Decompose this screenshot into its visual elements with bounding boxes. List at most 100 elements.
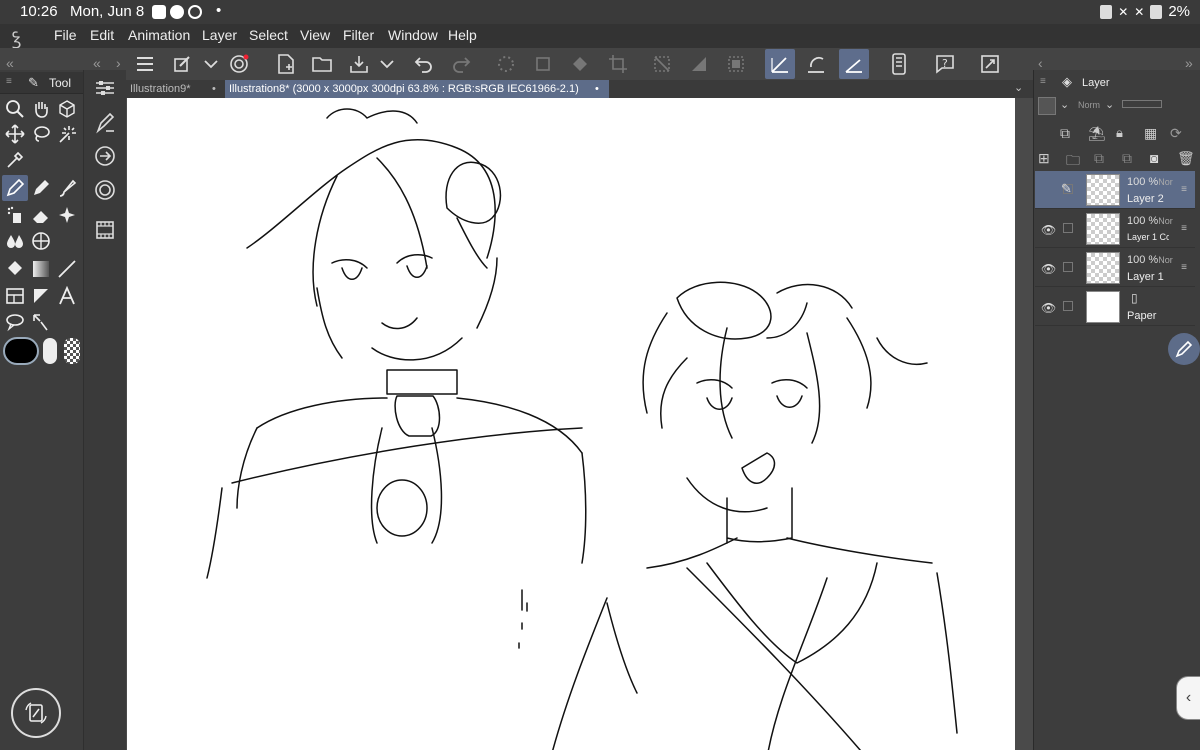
layer-color-swatch[interactable] bbox=[1038, 97, 1056, 115]
magic-wand-icon[interactable] bbox=[54, 121, 80, 147]
grid-snap-icon[interactable] bbox=[839, 49, 869, 79]
help-icon[interactable]: ? bbox=[930, 49, 960, 79]
crop-icon[interactable] bbox=[603, 49, 633, 79]
lock-icon[interactable]: 🔒︎ bbox=[1116, 125, 1123, 141]
collapse-right-icon[interactable]: ‹ bbox=[1038, 55, 1043, 71]
eye-icon[interactable]: 👁︎ bbox=[1041, 301, 1056, 315]
tool-property-icon[interactable] bbox=[92, 75, 118, 101]
open-folder-icon[interactable] bbox=[307, 49, 337, 79]
layer-row[interactable]: 👁︎ ▯ Paper bbox=[1035, 288, 1195, 326]
selection-border-icon[interactable] bbox=[721, 49, 751, 79]
gradient-tool-icon[interactable] bbox=[28, 256, 54, 282]
clip-layer-icon[interactable]: ⧉ bbox=[1060, 125, 1070, 142]
chevron-down-icon[interactable] bbox=[372, 49, 402, 79]
tab-illustration9[interactable]: Illustration9* • bbox=[126, 80, 224, 98]
drag-handle-icon[interactable]: ≡ bbox=[1181, 262, 1187, 273]
zoom-tool-icon[interactable] bbox=[2, 96, 28, 122]
menu-view[interactable]: View bbox=[300, 27, 330, 43]
eye-icon[interactable]: 👁︎ bbox=[1041, 223, 1056, 237]
edge-panel-handle[interactable]: ‹ bbox=[1176, 676, 1200, 720]
menu-window[interactable]: Window bbox=[388, 27, 438, 43]
menu-select[interactable]: Select bbox=[249, 27, 288, 43]
new-file-icon[interactable] bbox=[271, 49, 301, 79]
drag-handle-icon[interactable]: ≡ bbox=[1181, 223, 1187, 234]
balloon-tool-icon[interactable] bbox=[2, 309, 28, 335]
collapse-left-icon[interactable]: « bbox=[93, 55, 101, 71]
smartphone-icon[interactable] bbox=[884, 49, 914, 79]
pencil-tool-icon[interactable] bbox=[28, 175, 54, 201]
3d-object-icon[interactable] bbox=[54, 96, 80, 122]
menu-filter[interactable]: Filter bbox=[343, 27, 374, 43]
merge-down-icon[interactable]: ⧉ bbox=[1122, 150, 1132, 167]
timeline-icon[interactable] bbox=[92, 217, 118, 243]
eye-icon[interactable]: 👁︎ bbox=[1041, 262, 1056, 276]
layer-mask-icon[interactable]: ◙ bbox=[1150, 150, 1158, 166]
hamburger-menu-icon[interactable] bbox=[130, 49, 160, 79]
sub-color-chip[interactable] bbox=[43, 338, 57, 364]
menu-help[interactable]: Help bbox=[448, 27, 477, 43]
airbrush-icon[interactable] bbox=[2, 202, 28, 228]
menu-layer[interactable]: Layer bbox=[202, 27, 237, 43]
layer-lock-toggle[interactable] bbox=[1063, 223, 1073, 233]
decoration-icon[interactable] bbox=[54, 202, 80, 228]
frame-border-icon[interactable] bbox=[2, 283, 28, 309]
tabs-dropdown-icon[interactable]: ⌄ bbox=[1014, 81, 1023, 94]
navigator-icon[interactable] bbox=[92, 143, 118, 169]
invert-selection-icon[interactable] bbox=[684, 49, 714, 79]
tab-illustration8[interactable]: Illustration8* (3000 x 3000px 300dpi 63.… bbox=[225, 80, 609, 98]
blend-tool-icon[interactable] bbox=[2, 228, 28, 254]
mask-icon[interactable]: ⟳ bbox=[1170, 125, 1182, 142]
main-color-chip[interactable] bbox=[3, 337, 39, 365]
reference-layer-icon[interactable]: ⛱ bbox=[1088, 125, 1106, 142]
fullscreen-icon[interactable] bbox=[975, 49, 1005, 79]
layer-lock-toggle[interactable] bbox=[1063, 262, 1073, 272]
collapse-left-icon[interactable]: « bbox=[6, 55, 14, 71]
floating-pen-button[interactable] bbox=[1168, 333, 1200, 365]
fill-icon[interactable] bbox=[565, 49, 595, 79]
layer-row[interactable]: ✎ 100 %Nor Layer 2 ≡ bbox=[1035, 171, 1195, 209]
loading-icon[interactable] bbox=[491, 49, 521, 79]
menu-animation[interactable]: Animation bbox=[128, 27, 190, 43]
fill-tool-icon[interactable] bbox=[2, 256, 28, 282]
app-logo-icon[interactable]: ꝣ bbox=[12, 26, 21, 50]
menu-edit[interactable]: Edit bbox=[90, 27, 114, 43]
opacity-slider[interactable] bbox=[1122, 100, 1162, 108]
blend-mode-select[interactable]: Norm bbox=[1078, 100, 1100, 110]
chevron-down-icon[interactable]: ⌄ bbox=[1060, 98, 1069, 111]
correct-line-icon[interactable] bbox=[28, 309, 54, 335]
transfer-down-icon[interactable]: ⧉ bbox=[1094, 150, 1104, 167]
trash-icon[interactable]: 🗑︎ bbox=[1177, 150, 1195, 167]
redo-icon[interactable] bbox=[446, 49, 476, 79]
lock-transparency-icon[interactable]: ▦ bbox=[1144, 125, 1157, 142]
menu-file[interactable]: File bbox=[54, 27, 77, 43]
close-tab-icon[interactable]: • bbox=[595, 80, 599, 98]
eraser-icon[interactable] bbox=[28, 202, 54, 228]
hand-tool-icon[interactable] bbox=[28, 96, 54, 122]
canvas-paper[interactable] bbox=[127, 98, 1015, 750]
figure-tool-icon[interactable] bbox=[28, 228, 54, 254]
line-tool-icon[interactable] bbox=[54, 256, 80, 282]
expand-icon[interactable]: › bbox=[116, 55, 121, 71]
ruler-tool-icon[interactable] bbox=[28, 283, 54, 309]
brush-tool-icon[interactable] bbox=[54, 175, 80, 201]
close-tab-icon[interactable]: • bbox=[212, 80, 216, 98]
transparent-color-chip[interactable] bbox=[64, 338, 80, 364]
quick-access-icon[interactable] bbox=[167, 49, 197, 79]
panel-menu-icon[interactable]: ≡ bbox=[6, 76, 12, 87]
undo-icon[interactable] bbox=[409, 49, 439, 79]
layer-row[interactable]: 👁︎ 100 %Nor Layer 1 ≡ bbox=[1035, 249, 1195, 287]
move-tool-icon[interactable] bbox=[2, 121, 28, 147]
collapse-right-icon[interactable]: » bbox=[1185, 55, 1193, 71]
panel-menu-icon[interactable]: ≡ bbox=[1040, 76, 1046, 87]
chevron-down-icon[interactable]: ⌄ bbox=[1105, 98, 1114, 111]
lasso-select-icon[interactable] bbox=[28, 121, 54, 147]
deselect-icon[interactable] bbox=[647, 49, 677, 79]
special-ruler-snap-icon[interactable] bbox=[801, 49, 831, 79]
chevron-down-icon[interactable] bbox=[196, 49, 226, 79]
ruler-snap-icon[interactable] bbox=[765, 49, 795, 79]
brush-size-icon[interactable] bbox=[92, 110, 118, 136]
transform-icon[interactable] bbox=[528, 49, 558, 79]
companion-mode-icon[interactable] bbox=[224, 49, 254, 79]
drag-handle-icon[interactable]: ≡ bbox=[1181, 184, 1187, 195]
layer-lock-toggle[interactable] bbox=[1063, 301, 1073, 311]
